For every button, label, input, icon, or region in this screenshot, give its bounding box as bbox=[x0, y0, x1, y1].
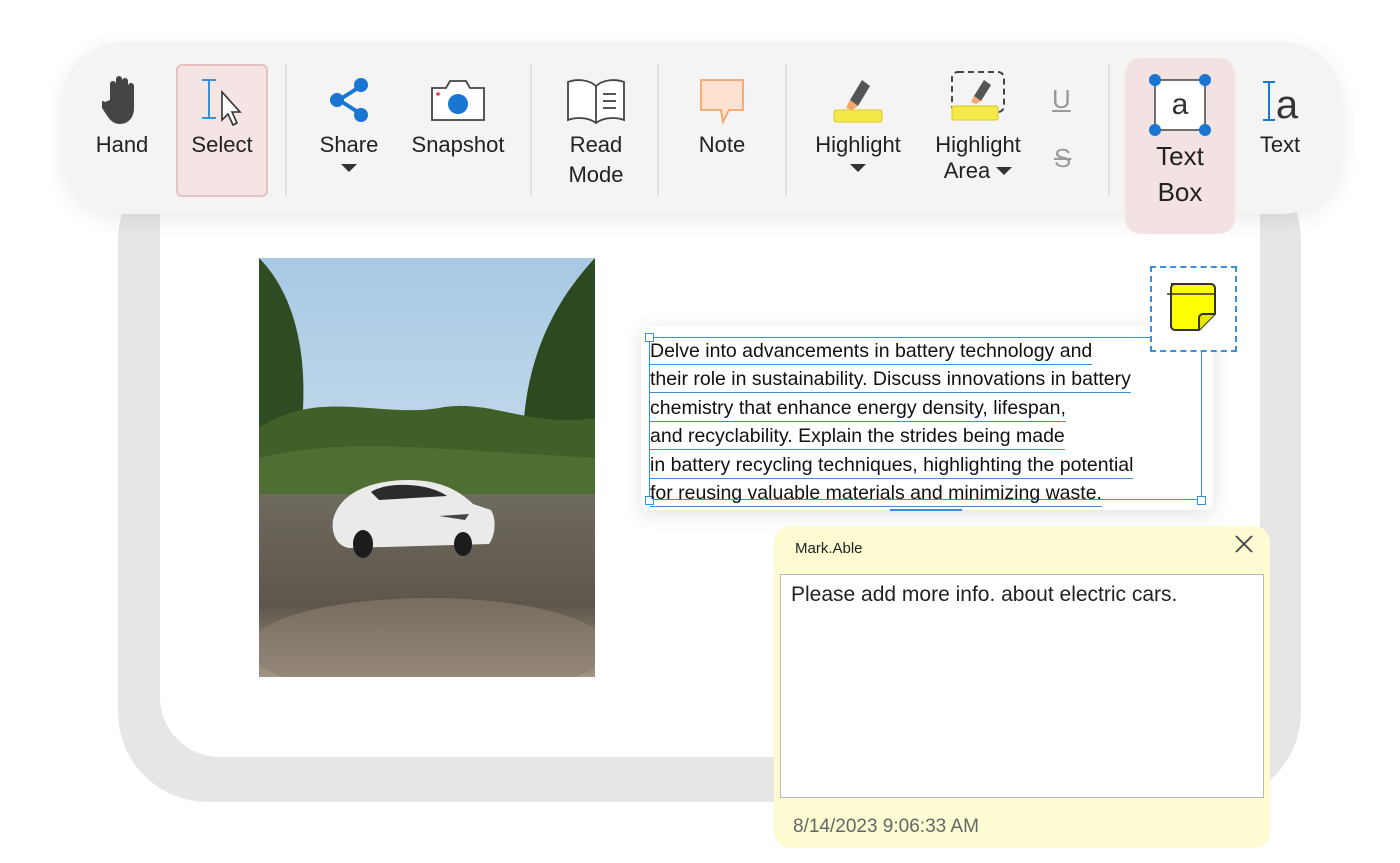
comment-timestamp: 8/14/2023 9:06:33 AM bbox=[793, 816, 979, 837]
paragraph-line: for reusing valuable materials and minim… bbox=[650, 480, 1102, 507]
text-label: Text bbox=[1259, 132, 1301, 157]
note-button[interactable]: Note bbox=[686, 70, 758, 160]
paragraph-line: their role in sustainability. Discuss in… bbox=[650, 366, 1131, 394]
hand-icon bbox=[87, 70, 157, 130]
paragraph-line: Delve into advancements in battery techn… bbox=[650, 338, 1093, 365]
note-label: Note bbox=[698, 132, 746, 157]
strikethrough-button[interactable]: S bbox=[1054, 143, 1071, 174]
highlighter-icon bbox=[823, 70, 893, 130]
highlight-button[interactable]: Highlight bbox=[808, 70, 908, 172]
snapshot-button[interactable]: Snapshot bbox=[406, 70, 510, 160]
read-mode-label: Read Mode bbox=[568, 132, 624, 187]
electric-car-photo bbox=[259, 258, 595, 677]
paragraph-line: in battery recycling techniques, highlig… bbox=[650, 452, 1134, 479]
text-select-cursor-icon bbox=[187, 70, 257, 130]
svg-text:a: a bbox=[1172, 88, 1189, 121]
highlighted-paragraph[interactable]: Delve into advancements in battery techn… bbox=[650, 338, 1210, 508]
snapshot-label: Snapshot bbox=[411, 132, 505, 157]
svg-text:a: a bbox=[1276, 83, 1299, 126]
toolbar-separator bbox=[1108, 64, 1110, 196]
toolbar-separator bbox=[530, 64, 532, 196]
highlight-dropdown-caret[interactable] bbox=[850, 164, 866, 172]
open-book-icon bbox=[561, 70, 631, 130]
select-tool-button[interactable]: Select bbox=[182, 70, 262, 160]
underline-button[interactable]: U bbox=[1052, 84, 1071, 115]
camera-icon bbox=[423, 70, 493, 130]
share-label: Share bbox=[319, 132, 379, 157]
hand-label: Hand bbox=[95, 132, 149, 157]
select-label: Select bbox=[191, 132, 253, 157]
toolbar-separator bbox=[657, 64, 659, 196]
highlight-label: Highlight bbox=[815, 132, 901, 157]
comment-text: Please add more info. about electric car… bbox=[791, 583, 1178, 606]
highlight-area-dropdown-caret[interactable] bbox=[996, 167, 1013, 175]
text-box-label: Text Box bbox=[1156, 141, 1204, 207]
sticky-note-annotation[interactable] bbox=[1150, 266, 1237, 352]
comment-author: Mark.Able bbox=[795, 540, 863, 557]
text-box-button[interactable]: a Text Box bbox=[1135, 68, 1225, 210]
text-tool-button[interactable]: a Text bbox=[1252, 70, 1308, 160]
highlight-area-button[interactable]: Highlight Area bbox=[926, 66, 1030, 182]
share-dropdown-caret[interactable] bbox=[341, 164, 357, 172]
paragraph-line: chemistry that enhance energy density, l… bbox=[650, 395, 1066, 422]
text-cursor-icon: a bbox=[1252, 70, 1308, 130]
comment-textarea[interactable]: Please add more info. about electric car… bbox=[780, 574, 1264, 798]
highlight-area-icon bbox=[943, 66, 1013, 130]
sticky-note-icon bbox=[1167, 283, 1216, 331]
paragraph-line: and recyclability. Explain the strides b… bbox=[650, 423, 1065, 451]
highlight-area-label: Highlight Area bbox=[935, 132, 1021, 183]
comment-popup: Mark.Able Please add more info. about el… bbox=[774, 526, 1270, 848]
text-box-icon: a bbox=[1145, 68, 1215, 138]
toolbar-separator bbox=[785, 64, 787, 196]
toolbar-separator bbox=[285, 64, 287, 196]
hand-tool-button[interactable]: Hand bbox=[86, 70, 158, 160]
read-mode-button[interactable]: Read Mode bbox=[560, 70, 632, 190]
share-icon bbox=[314, 70, 384, 130]
share-button[interactable]: Share bbox=[314, 70, 384, 172]
move-handle-bar[interactable] bbox=[890, 509, 962, 511]
close-icon[interactable] bbox=[1232, 532, 1256, 556]
note-bubble-icon bbox=[687, 70, 757, 130]
